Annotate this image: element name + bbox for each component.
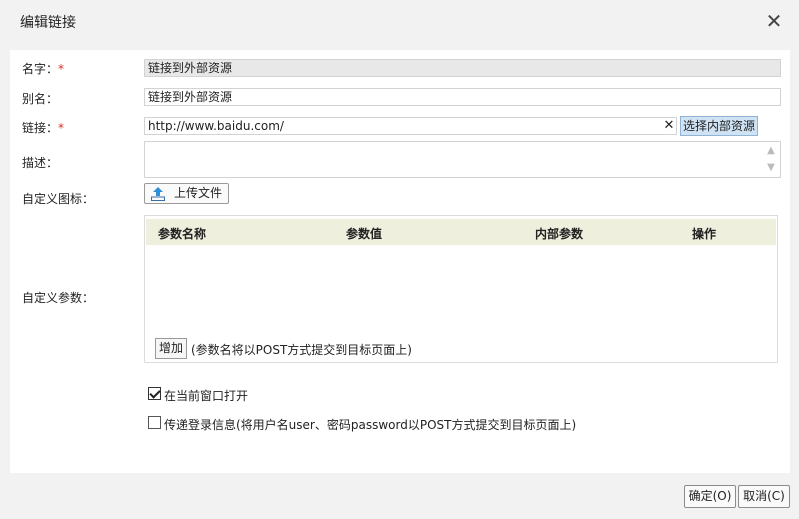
link-label: 链接：* bbox=[22, 121, 65, 135]
description-textarea[interactable]: ▲ ▼ bbox=[144, 141, 781, 178]
column-header-action: 操作 bbox=[692, 227, 717, 241]
close-icon[interactable]: ✕ bbox=[763, 10, 785, 32]
cancel-button[interactable]: 取消(C) bbox=[738, 485, 790, 508]
name-field[interactable]: 链接到外部资源 bbox=[144, 59, 781, 77]
column-header-param-name: 参数名称 bbox=[158, 227, 207, 241]
open-in-current-window-label: 在当前窗口打开 bbox=[164, 389, 249, 403]
scroll-down-icon[interactable]: ▼ bbox=[764, 161, 778, 175]
add-param-hint: (参数名将以POST方式提交到目标页面上) bbox=[191, 343, 412, 357]
upload-icon bbox=[151, 187, 165, 201]
dialog-titlebar: 编辑链接 ✕ bbox=[0, 0, 799, 41]
required-mark: * bbox=[58, 62, 65, 76]
pass-login-info-label: 传递登录信息(将用户名user、密码password以POST方式提交到目标页面… bbox=[164, 418, 577, 432]
upload-file-button[interactable]: 上传文件 bbox=[144, 183, 229, 204]
choose-internal-resource-button[interactable]: 选择内部资源 bbox=[680, 116, 758, 136]
add-param-button[interactable]: 增加 bbox=[155, 338, 187, 359]
alias-label: 别名： bbox=[22, 92, 59, 106]
ok-button[interactable]: 确定(O) bbox=[684, 485, 736, 508]
form-panel: 名字：* 链接到外部资源 别名： 链接到外部资源 链接：* http://www… bbox=[10, 50, 790, 473]
required-mark: * bbox=[58, 121, 65, 135]
dialog-title: 编辑链接 bbox=[20, 15, 76, 31]
clear-link-icon[interactable]: ✕ bbox=[662, 119, 676, 133]
name-label: 名字：* bbox=[22, 62, 65, 76]
column-header-param-value: 参数值 bbox=[346, 227, 383, 241]
column-header-internal-param: 内部参数 bbox=[535, 227, 584, 241]
scroll-up-icon[interactable]: ▲ bbox=[764, 144, 778, 158]
upload-file-label: 上传文件 bbox=[174, 186, 223, 200]
custom-icon-label: 自定义图标： bbox=[22, 192, 95, 206]
link-url-field[interactable]: http://www.baidu.com/ bbox=[144, 117, 677, 135]
open-in-current-window-checkbox[interactable] bbox=[148, 387, 161, 400]
pass-login-info-checkbox[interactable] bbox=[148, 416, 161, 429]
custom-params-label: 自定义参数： bbox=[22, 291, 95, 305]
params-table-header: 参数名称 参数值 内部参数 操作 bbox=[146, 219, 776, 245]
description-label: 描述： bbox=[22, 156, 59, 170]
alias-field[interactable]: 链接到外部资源 bbox=[144, 88, 781, 106]
params-table: 参数名称 参数值 内部参数 操作 增加 (参数名将以POST方式提交到目标页面上… bbox=[144, 215, 778, 363]
